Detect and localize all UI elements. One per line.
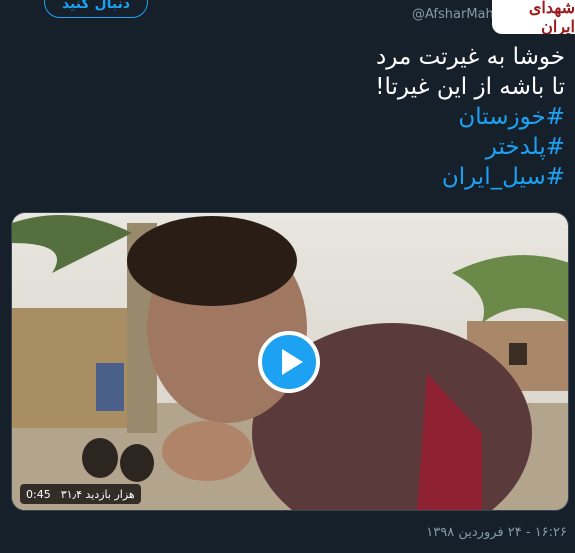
tweet-line: تا باشه از این غیرتا! [375,74,565,100]
user-handle[interactable]: @AfsharMah [412,7,494,22]
man-hair [127,216,297,306]
play-icon [281,349,303,375]
tweet-text: خوشا به غیرتت مرد تا باشه از این غیرتا! … [125,42,565,192]
hashtag-link[interactable]: #پلدختر [125,132,565,162]
hand [162,421,252,481]
tweet-line: خوشا به غیرتت مرد [376,44,565,70]
child-head-2 [120,444,154,482]
window-right [509,343,527,365]
video-duration: 0:45 [26,487,51,501]
follow-button[interactable]: دنبال کنید [44,0,148,18]
window-left [96,363,124,411]
hashtag-link[interactable]: #خوزستان [125,102,565,132]
tweet-timestamp[interactable]: ۱۶:۲۶ - ۲۴ فروردین ۱۳۹۸ [426,525,567,540]
video-player[interactable]: 0:45 ۳۱٫۴ هزار بازدید [11,212,569,511]
play-button[interactable] [258,331,320,393]
view-count: ۳۱٫۴ هزار بازدید [60,487,135,501]
video-info-badge: 0:45 ۳۱٫۴ هزار بازدید [20,484,141,504]
child-head-1 [82,438,118,478]
hashtag-link[interactable]: #سیل_ایران [125,162,565,192]
site-logo: شهدای ایران [492,0,575,34]
